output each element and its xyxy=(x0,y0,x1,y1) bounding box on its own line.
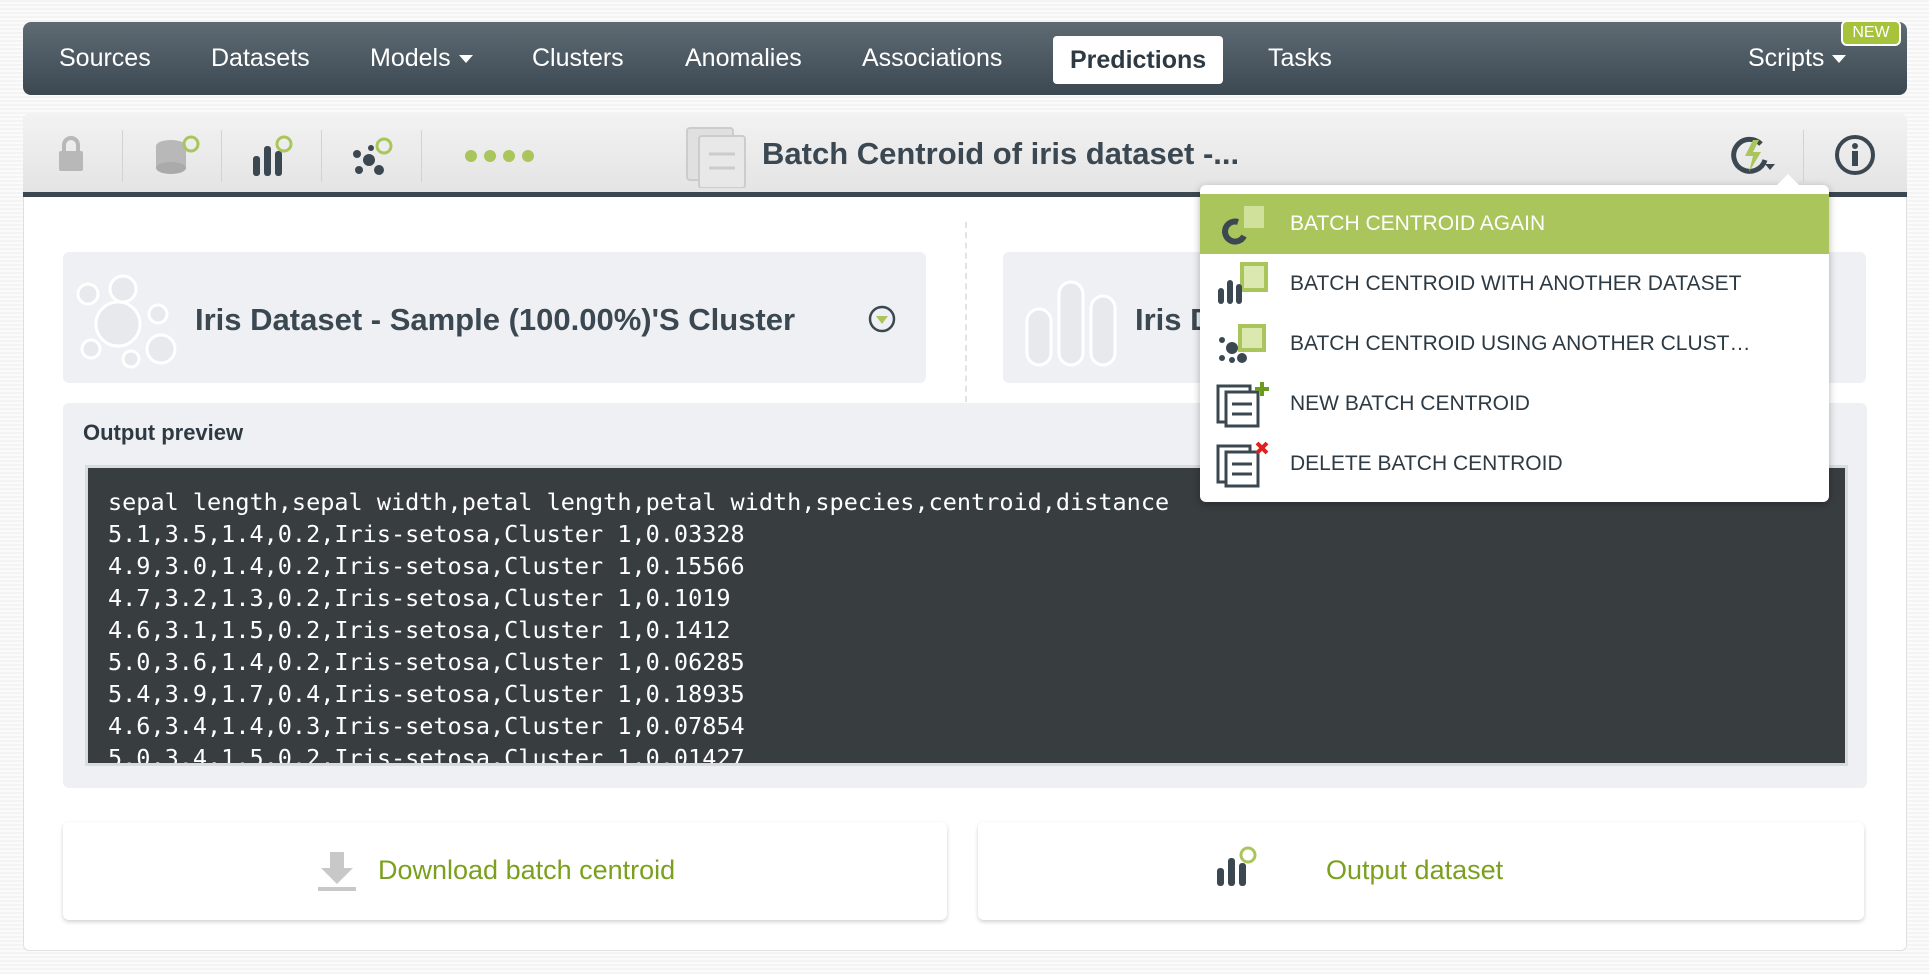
download-batch-centroid-button[interactable]: Download batch centroid xyxy=(63,822,947,920)
dataset-bars-icon xyxy=(1025,280,1117,367)
download-label: Download batch centroid xyxy=(378,855,676,885)
divider xyxy=(965,222,967,402)
nav-anomalies[interactable]: Anomalies xyxy=(685,22,802,95)
cluster-card[interactable]: Iris Dataset - Sample (100.00%)'S Cluste… xyxy=(63,252,926,383)
output-dataset-button[interactable]: Output dataset xyxy=(978,822,1864,920)
lock-icon[interactable] xyxy=(56,134,86,174)
output-dataset-label: Output dataset xyxy=(1326,855,1504,885)
menu-item-label: BATCH CENTROID AGAIN xyxy=(1290,212,1546,235)
nav-datasets[interactable]: Datasets xyxy=(211,22,310,95)
download-icon xyxy=(318,852,356,891)
delete-icon xyxy=(1216,441,1269,488)
dataset-icon xyxy=(1217,846,1257,886)
output-line: 5.0,3.6,1.4,0.2,Iris-setosa,Cluster 1,0.… xyxy=(108,648,745,676)
output-line: 4.6,3.1,1.5,0.2,Iris-setosa,Cluster 1,0.… xyxy=(108,616,731,644)
chevron-down-icon xyxy=(1832,55,1847,64)
nav-sources[interactable]: Sources xyxy=(59,22,151,95)
output-line: 5.4,3.9,1.7,0.4,Iris-setosa,Cluster 1,0.… xyxy=(108,680,745,708)
chevron-down-icon xyxy=(458,55,473,64)
menu-item-label: DELETE BATCH CENTROID xyxy=(1290,452,1563,475)
nav-scripts[interactable]: Scripts xyxy=(1748,22,1847,95)
divider xyxy=(1803,130,1804,182)
menu-item-label: NEW BATCH CENTROID xyxy=(1290,392,1530,415)
nav-models-label: Models xyxy=(370,44,451,72)
nav-associations[interactable]: Associations xyxy=(862,22,1002,95)
cluster-icon xyxy=(1219,324,1266,363)
batch-centroid-icon xyxy=(686,127,746,188)
divider xyxy=(122,130,123,182)
dataset-icon xyxy=(1218,262,1268,304)
divider xyxy=(321,130,322,182)
cluster-name: Iris Dataset - Sample (100.00%)'S Cluste… xyxy=(195,302,796,337)
menu-item-delete-batch-centroid[interactable]: DELETE BATCH CENTROID xyxy=(1200,434,1829,494)
nav-scripts-label: Scripts xyxy=(1748,44,1825,72)
dropdown-toggle-icon[interactable] xyxy=(867,304,897,334)
top-nav: Sources Datasets Models Clusters Anomali… xyxy=(23,22,1907,95)
output-line: 5.1,3.5,1.4,0.2,Iris-setosa,Cluster 1,0.… xyxy=(108,520,745,548)
output-line: 5.0,3.4,1.5,0.2,Iris-setosa,Cluster 1,0.… xyxy=(108,744,745,766)
nav-clusters[interactable]: Clusters xyxy=(532,22,624,95)
new-badge: NEW xyxy=(1841,20,1901,46)
menu-item-new-batch-centroid[interactable]: NEW BATCH CENTROID xyxy=(1200,374,1829,434)
dataset-icon[interactable] xyxy=(251,134,297,178)
nav-tasks[interactable]: Tasks xyxy=(1268,22,1332,95)
nav-models[interactable]: Models xyxy=(370,22,473,95)
menu-item-another-dataset[interactable]: BATCH CENTROID WITH ANOTHER DATASET xyxy=(1200,254,1829,314)
divider xyxy=(421,130,422,182)
progress-dots-icon xyxy=(465,150,534,162)
divider xyxy=(221,130,222,182)
output-line: 4.9,3.0,1.4,0.2,Iris-setosa,Cluster 1,0.… xyxy=(108,552,745,580)
menu-item-label: BATCH CENTROID USING ANOTHER CLUST… xyxy=(1290,332,1751,355)
output-line: 4.7,3.2,1.3,0.2,Iris-setosa,Cluster 1,0.… xyxy=(108,584,731,612)
actions-dropdown-menu: BATCH CENTROID AGAIN BATCH CENTROID WITH… xyxy=(1200,174,1829,502)
page-title: Batch Centroid of iris dataset -... xyxy=(762,136,1240,171)
menu-item-batch-centroid-again[interactable]: BATCH CENTROID AGAIN xyxy=(1200,194,1829,254)
source-dataset-icon[interactable] xyxy=(151,134,203,178)
output-line: 4.6,3.4,1.4,0.3,Iris-setosa,Cluster 1,0.… xyxy=(108,712,745,740)
output-preview-label: Output preview xyxy=(83,420,244,445)
cluster-bubbles-icon xyxy=(76,274,177,369)
new-icon xyxy=(1216,382,1269,428)
nav-predictions[interactable]: Predictions xyxy=(1053,36,1224,84)
menu-item-another-cluster[interactable]: BATCH CENTROID USING ANOTHER CLUST… xyxy=(1200,314,1829,374)
cluster-icon[interactable] xyxy=(351,134,397,178)
actions-menu-icon[interactable] xyxy=(1731,136,1775,176)
info-icon[interactable] xyxy=(1834,134,1876,176)
menu-item-label: BATCH CENTROID WITH ANOTHER DATASET xyxy=(1290,272,1742,295)
rerun-icon xyxy=(1222,202,1268,245)
output-preview-text[interactable]: sepal length,sepal width,petal length,pe… xyxy=(85,465,1848,766)
